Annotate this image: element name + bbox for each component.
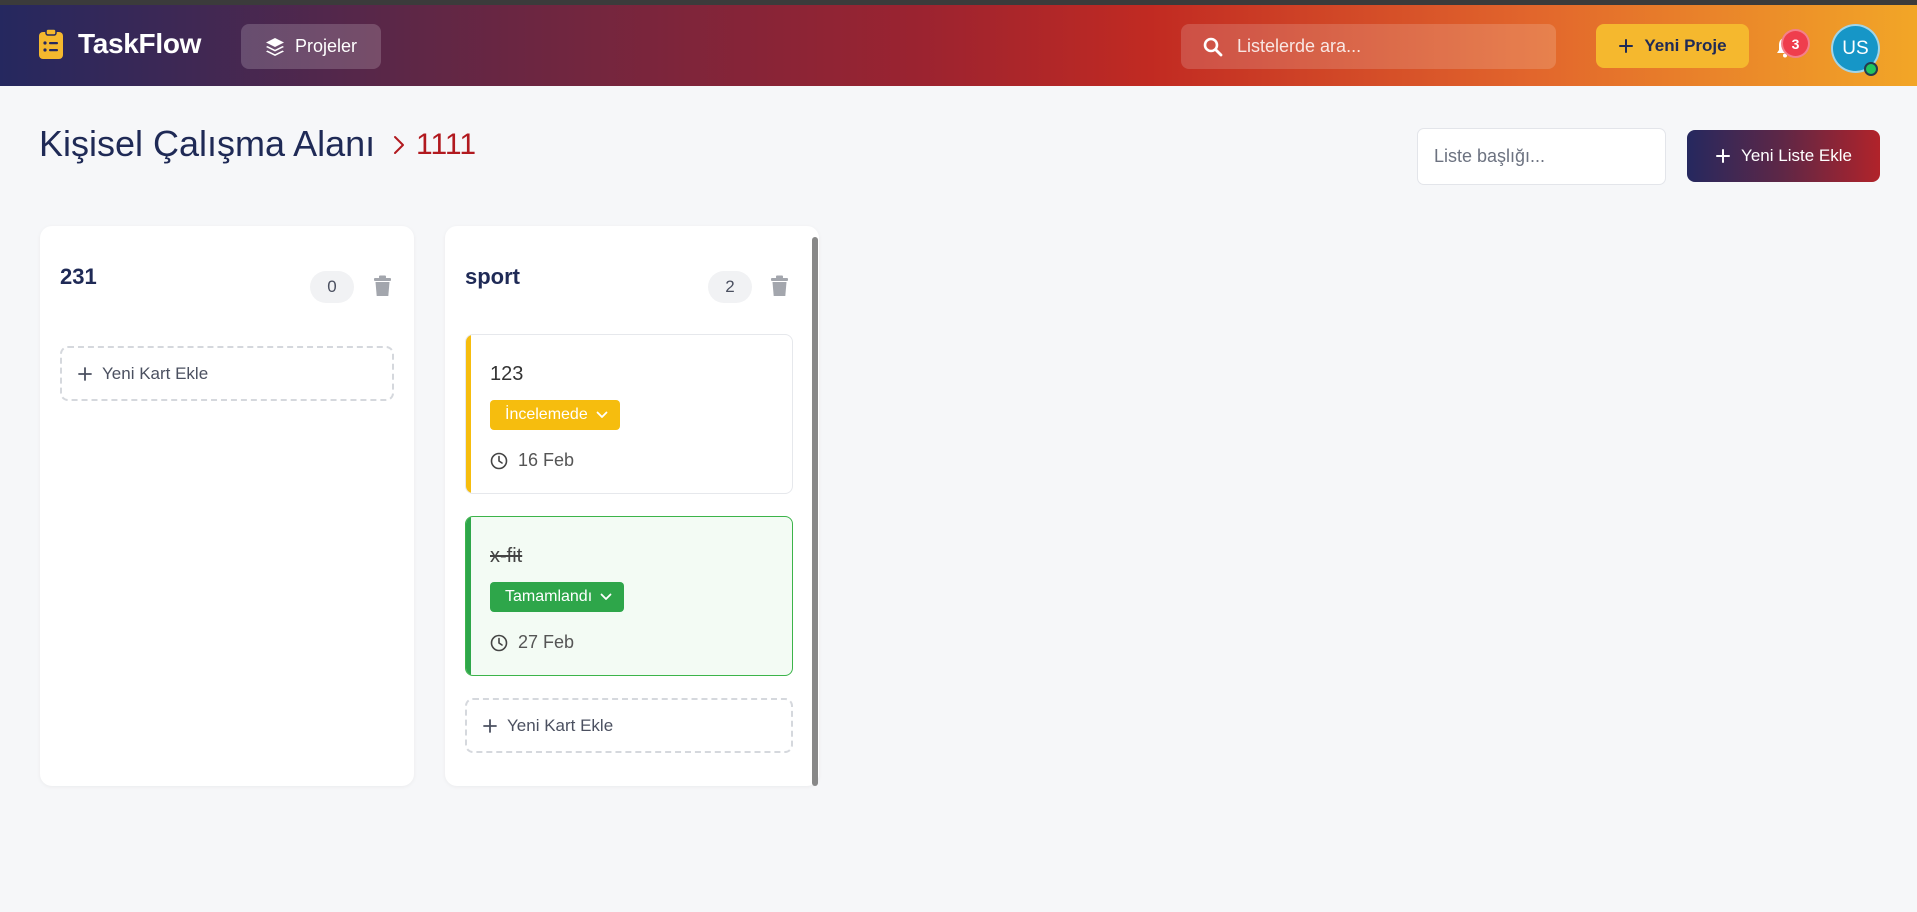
new-project-label: Yeni Proje: [1644, 36, 1727, 55]
due-date: 16 Feb: [490, 450, 574, 471]
clipboard-icon: [39, 28, 63, 59]
brand-name: TaskFlow: [78, 28, 202, 59]
list-title[interactable]: sport: [465, 264, 520, 290]
status-stripe: [466, 335, 471, 493]
card-title: x-fit: [490, 545, 523, 567]
status-dropdown[interactable]: Tamamlandı: [490, 582, 625, 612]
breadcrumb-current[interactable]: 1111: [416, 128, 476, 162]
due-date-text: 27 Feb: [518, 632, 575, 652]
new-project-button[interactable]: Yeni Proje: [1596, 24, 1749, 68]
chevron-down-icon: [600, 593, 612, 600]
add-list-label: Yeni Liste Ekle: [1741, 146, 1852, 165]
list-column: sport 2 123 İncelemede 16 Feb x-fit Tama…: [445, 226, 819, 786]
clock-icon: [490, 452, 508, 469]
plus-icon: [483, 718, 497, 733]
projects-button[interactable]: Projeler: [241, 24, 381, 69]
notification-badge: 3: [1781, 29, 1810, 58]
add-list-button[interactable]: Yeni Liste Ekle: [1687, 130, 1880, 182]
status-label: İncelemede: [505, 406, 588, 423]
add-card-button[interactable]: Yeni Kart Ekle: [465, 698, 793, 753]
brand[interactable]: TaskFlow: [38, 28, 201, 60]
list-title-input[interactable]: [1417, 128, 1666, 185]
search-icon: [1203, 37, 1223, 56]
top-navbar: TaskFlow Projeler Yeni Proje 3 US: [0, 5, 1917, 86]
list-column: 231 0 Yeni Kart Ekle: [40, 226, 414, 786]
task-card[interactable]: x-fit Tamamlandı 27 Feb: [465, 516, 793, 676]
column-scrollbar[interactable]: [812, 237, 818, 786]
due-date: 27 Feb: [490, 632, 574, 653]
plus-icon: [78, 366, 92, 381]
trash-icon[interactable]: [770, 275, 789, 297]
clock-icon: [490, 634, 508, 651]
status-stripe: [466, 517, 471, 675]
add-card-label: Yeni Kart Ekle: [102, 363, 209, 383]
search-box[interactable]: [1181, 24, 1556, 69]
chevron-right-icon: [394, 136, 404, 154]
task-card[interactable]: 123 İncelemede 16 Feb: [465, 334, 793, 494]
plus-icon: [1716, 149, 1731, 163]
trash-icon[interactable]: [373, 275, 392, 297]
due-date-text: 16 Feb: [518, 450, 575, 470]
layers-icon: [265, 37, 284, 56]
chevron-down-icon: [596, 411, 608, 418]
page-title: Kişisel Çalışma Alanı: [39, 123, 376, 164]
add-card-label: Yeni Kart Ekle: [507, 715, 614, 735]
card-title: 123: [490, 363, 524, 385]
projects-label: Projeler: [294, 36, 358, 56]
list-title[interactable]: 231: [60, 264, 97, 290]
status-label: Tamamlandı: [505, 588, 593, 605]
status-dropdown[interactable]: İncelemede: [490, 400, 620, 430]
card-count-badge: 0: [310, 271, 354, 303]
online-status-dot: [1864, 62, 1878, 76]
plus-icon: [1619, 39, 1634, 53]
card-count-badge: 2: [708, 271, 752, 303]
add-card-button[interactable]: Yeni Kart Ekle: [60, 346, 394, 401]
search-input[interactable]: [1237, 36, 1537, 57]
